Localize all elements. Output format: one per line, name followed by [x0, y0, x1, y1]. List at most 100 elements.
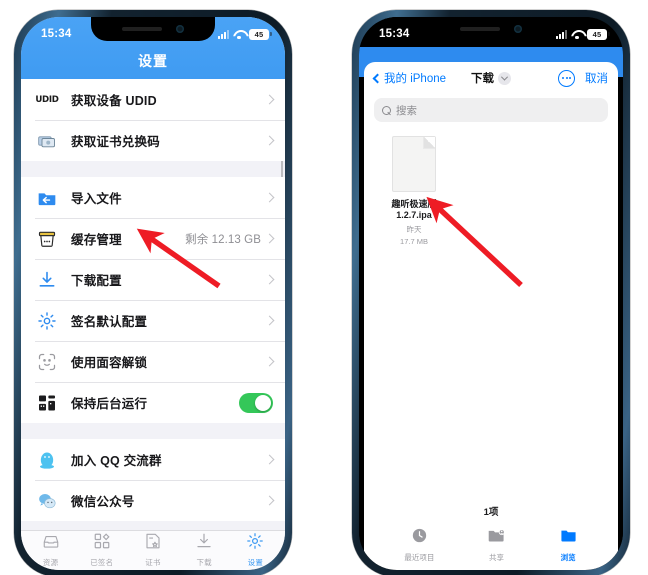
right-phone-screen: 我的 iPhone 下载 取消 搜索 趣听极速版 1.2.7.ipa 昨天 17…	[359, 17, 623, 570]
folder-title[interactable]: 下载	[471, 70, 511, 86]
back-button[interactable]: 我的 iPhone	[372, 70, 447, 86]
status-indicators: 45	[556, 28, 610, 40]
more-options-icon[interactable]	[558, 69, 575, 87]
row-import-file[interactable]: 导入文件	[21, 177, 285, 218]
right-phone-frame: 我的 iPhone 下载 取消 搜索 趣听极速版 1.2.7.ipa 昨天 17…	[352, 10, 630, 575]
status-time: 15:34	[41, 28, 72, 40]
tab-label: 证书	[145, 557, 161, 567]
row-sign-default-config[interactable]: 签名默认配置	[21, 300, 285, 341]
chevron-down-icon[interactable]	[498, 71, 511, 85]
chevron-right-icon	[264, 233, 275, 244]
file-grid[interactable]: 趣听极速版 1.2.7.ipa 昨天 17.7 MB	[364, 130, 618, 504]
tab-signed[interactable]: 已签名	[76, 532, 127, 568]
row-label: 导入文件	[71, 192, 122, 206]
search-placeholder: 搜索	[396, 104, 417, 117]
file-name: 趣听极速版 1.2.7.ipa	[391, 199, 437, 221]
chevron-right-icon	[264, 94, 275, 105]
notch	[91, 17, 215, 41]
file-date: 昨天	[406, 224, 422, 234]
search-area: 搜索	[364, 94, 618, 130]
files-tabbar[interactable]: 最近项目 共享 浏览	[364, 526, 618, 570]
browse-folder-icon	[559, 527, 578, 549]
resources-tray-icon	[42, 532, 60, 555]
sheet-nav-right: 取消	[558, 69, 608, 87]
tab-label: 资源	[42, 557, 59, 567]
tab-download[interactable]: 下载	[179, 532, 230, 568]
background-run-toggle[interactable]	[239, 392, 273, 413]
settings-section-3: 加入 QQ 交流群 微信公众号	[21, 439, 285, 521]
cancel-button[interactable]: 取消	[585, 70, 608, 86]
row-wechat-official-account[interactable]: 微信公众号	[21, 480, 285, 521]
recents-clock-icon	[411, 527, 428, 549]
tab-resources[interactable]: 资源	[25, 532, 76, 568]
back-label: 我的 iPhone	[384, 73, 447, 85]
tab-label: 共享	[488, 553, 504, 562]
cache-bucket-icon	[35, 227, 59, 251]
cache-free-value: 剩余 12.13 GB	[185, 233, 261, 246]
status-time: 15:34	[379, 28, 410, 40]
row-get-udid[interactable]: UDID 获取设备 UDID	[21, 79, 285, 120]
screenshot-stage: 设置 UDID 获取设备 UDID 获取证书兑换码 导入文件 缓存管理 剩余 1…	[0, 0, 648, 575]
gear-icon	[35, 309, 59, 333]
battery-icon: 45	[249, 28, 272, 40]
row-label: 微信公众号	[71, 495, 135, 509]
signed-grid-icon	[93, 532, 111, 555]
left-phone-frame: 设置 UDID 获取设备 UDID 获取证书兑换码 导入文件 缓存管理 剩余 1…	[14, 10, 292, 575]
left-phone-screen: 设置 UDID 获取设备 UDID 获取证书兑换码 导入文件 缓存管理 剩余 1…	[21, 17, 285, 570]
download-tab-icon	[195, 532, 213, 555]
udid-badge-icon: UDID	[35, 94, 59, 105]
row-label: 使用面容解锁	[71, 356, 148, 370]
bottom-tabbar[interactable]: 资源 已签名 证书 下载 设置	[21, 530, 285, 570]
document-picker-sheet: 我的 iPhone 下载 取消 搜索 趣听极速版 1.2.7.ipa 昨天 17…	[364, 62, 618, 570]
row-label: 签名默认配置	[71, 315, 148, 329]
row-join-qq-group[interactable]: 加入 QQ 交流群	[21, 439, 285, 480]
earpiece-speaker	[460, 27, 500, 31]
earpiece-speaker	[122, 27, 162, 31]
background-run-icon	[35, 391, 59, 415]
signing-app: 设置 UDID 获取设备 UDID 获取证书兑换码 导入文件 缓存管理 剩余 1…	[21, 17, 285, 570]
notch	[429, 17, 553, 41]
tab-recents[interactable]: 最近项目	[404, 527, 434, 563]
document-icon	[392, 136, 436, 192]
tab-label: 浏览	[560, 553, 576, 562]
row-download-config[interactable]: 下载配置	[21, 259, 285, 300]
tab-label: 设置	[247, 557, 264, 567]
tab-certificate[interactable]: 证书	[127, 532, 178, 568]
qq-penguin-icon	[35, 448, 59, 472]
chevron-right-icon	[264, 135, 275, 146]
row-label: 缓存管理	[71, 233, 122, 247]
file-picker-app: 我的 iPhone 下载 取消 搜索 趣听极速版 1.2.7.ipa 昨天 17…	[359, 17, 623, 570]
chevron-right-icon	[264, 454, 275, 465]
tab-shared[interactable]: 共享	[487, 527, 506, 563]
wechat-icon	[35, 489, 59, 513]
file-size: 17.7 MB	[400, 237, 428, 247]
tab-label: 已签名	[90, 557, 114, 567]
file-item[interactable]: 趣听极速版 1.2.7.ipa 昨天 17.7 MB	[378, 136, 450, 247]
tab-label: 最近项目	[404, 553, 435, 562]
row-label: 获取证书兑换码	[71, 135, 160, 149]
tab-label: 下载	[196, 557, 212, 567]
section-gap	[21, 423, 285, 439]
status-indicators: 45	[218, 28, 272, 40]
tab-browse[interactable]: 浏览	[559, 527, 578, 563]
download-icon	[35, 268, 59, 292]
chevron-right-icon	[264, 495, 275, 506]
row-face-id-unlock[interactable]: 使用面容解锁	[21, 341, 285, 382]
sheet-navbar: 我的 iPhone 下载 取消	[364, 62, 618, 94]
row-get-cert-code[interactable]: 获取证书兑换码	[21, 120, 285, 161]
front-camera	[514, 25, 522, 33]
search-input[interactable]: 搜索	[374, 98, 608, 122]
row-label: 获取设备 UDID	[71, 94, 157, 108]
chevron-right-icon	[264, 315, 275, 326]
certificate-icon	[144, 532, 162, 555]
settings-section-2: 导入文件 缓存管理 剩余 12.13 GB 下载配置 签名默认配置 使用面容解锁…	[21, 177, 285, 423]
settings-list[interactable]: UDID 获取设备 UDID 获取证书兑换码 导入文件 缓存管理 剩余 12.1…	[21, 79, 285, 530]
wifi-icon	[233, 30, 245, 39]
row-cache-management[interactable]: 缓存管理 剩余 12.13 GB	[21, 218, 285, 259]
section-gap	[21, 161, 285, 177]
chevron-left-icon	[372, 73, 383, 83]
front-camera	[176, 25, 184, 33]
row-keep-background-running[interactable]: 保持后台运行	[21, 382, 285, 423]
shared-folder-icon	[487, 527, 506, 549]
tab-settings[interactable]: 设置	[230, 532, 281, 568]
